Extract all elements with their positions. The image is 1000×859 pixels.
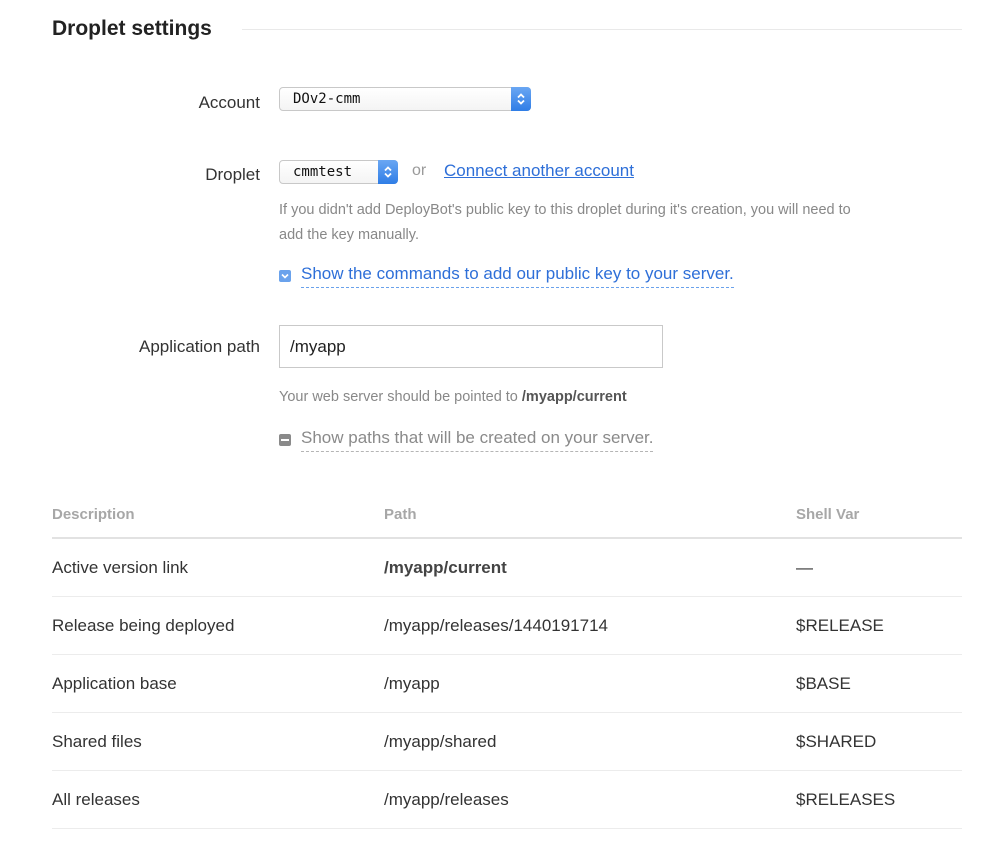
droplet-help-text: If you didn't add DeployBot's public key… — [279, 198, 969, 248]
table-row: Active version link /myapp/current — — [52, 539, 962, 597]
row-path: /myapp — [384, 674, 440, 693]
paths-table: Description Path Shell Var Active versio… — [52, 498, 962, 829]
table-row: Release being deployed /myapp/releases/1… — [52, 597, 962, 655]
row-description: Release being deployed — [52, 616, 235, 635]
column-header-path: Path — [384, 506, 417, 523]
chevron-up-down-icon — [511, 87, 531, 111]
section-title: Droplet settings — [52, 16, 234, 42]
row-shell-var: $BASE — [796, 674, 851, 693]
droplet-select-value: cmmtest — [293, 164, 353, 180]
show-commands-label: Show the commands to add our public key … — [301, 263, 734, 288]
app-path-help-path: /myapp/current — [521, 389, 627, 405]
droplet-help-line-2: add the key manually. — [279, 227, 419, 243]
account-select-value: DOv2-cmm — [293, 91, 361, 107]
row-description: All releases — [52, 790, 140, 809]
table-row: Shared files /myapp/shared $SHARED — [52, 713, 962, 771]
show-paths-label: Show paths that will be created on your … — [301, 427, 654, 452]
column-header-description: Description — [52, 506, 135, 523]
app-path-help-prefix: Your web server should be pointed to — [279, 389, 522, 405]
row-path: /myapp/current — [384, 558, 507, 577]
row-shell-var: $RELEASES — [796, 790, 896, 809]
section-divider — [242, 29, 962, 30]
minus-icon — [279, 433, 291, 446]
account-label: Account — [198, 93, 260, 112]
row-shell-var: $SHARED — [796, 732, 877, 751]
application-path-input[interactable] — [279, 325, 663, 368]
or-text: or — [412, 162, 427, 179]
row-path: /myapp/shared — [384, 732, 497, 751]
row-description: Active version link — [52, 558, 189, 577]
chevron-down-icon — [279, 269, 291, 282]
section-header: Droplet settings — [52, 16, 962, 42]
account-select[interactable]: DOv2-cmm — [279, 87, 531, 111]
row-shell-var: — — [796, 558, 813, 577]
application-path-label: Application path — [139, 337, 260, 356]
table-row: Application base /myapp $BASE — [52, 655, 962, 713]
droplet-label: Droplet — [205, 165, 260, 184]
table-header: Description Path Shell Var — [52, 498, 962, 539]
show-paths-toggle[interactable]: Show paths that will be created on your … — [279, 427, 654, 452]
chevron-up-down-icon — [378, 160, 398, 184]
row-description: Application base — [52, 674, 177, 693]
app-path-help-text: Your web server should be pointed to /my… — [279, 385, 969, 410]
connect-account-link[interactable]: Connect another account — [444, 160, 634, 182]
column-header-shell-var: Shell Var — [796, 506, 860, 523]
table-row: All releases /myapp/releases $RELEASES — [52, 771, 962, 829]
row-path: /myapp/releases — [384, 790, 509, 809]
row-shell-var: $RELEASE — [796, 616, 884, 635]
droplet-help-line-1: If you didn't add DeployBot's public key… — [279, 202, 851, 218]
row-path: /myapp/releases/1440191714 — [384, 616, 608, 635]
show-commands-toggle[interactable]: Show the commands to add our public key … — [279, 263, 734, 288]
droplet-select[interactable]: cmmtest — [279, 160, 398, 184]
row-description: Shared files — [52, 732, 142, 751]
